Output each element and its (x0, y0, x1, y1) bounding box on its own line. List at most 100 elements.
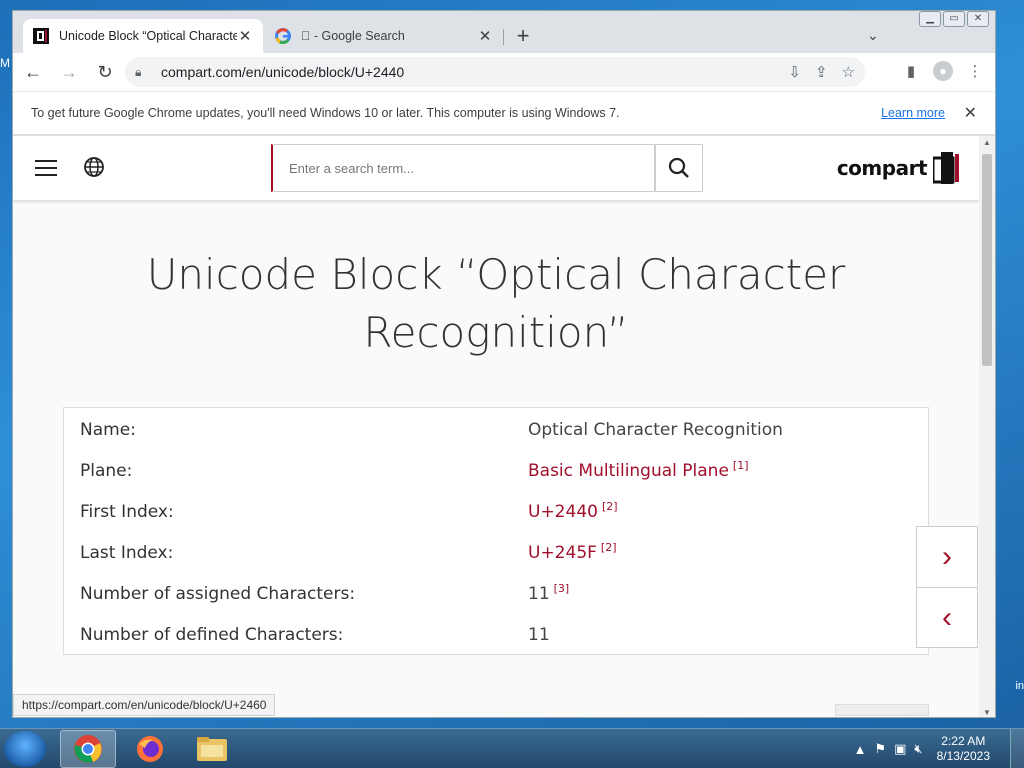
maximize-button[interactable]: ▭ (943, 11, 965, 27)
site-header: Enter a search term... compart (13, 136, 979, 200)
row-key: Name: (80, 420, 136, 440)
forward-arrow-icon[interactable]: → (53, 56, 85, 88)
tab-strip: Unicode Block “Optical Characte ✕   - Go… (13, 11, 995, 53)
next-block-chevron-right-icon[interactable]: › (917, 527, 977, 587)
taskbar-explorer-icon[interactable] (184, 730, 240, 768)
infobar-message: To get future Google Chrome updates, you… (31, 106, 620, 120)
table-row: Name: Optical Character Recognition (80, 410, 910, 450)
row-value: 11 (528, 625, 550, 645)
table-row: First Index: U+2440 [2] (80, 492, 910, 532)
footnote-ref[interactable]: [3] (554, 582, 570, 595)
row-key: First Index: (80, 502, 174, 522)
first-index-link[interactable]: U+2440 (528, 502, 598, 522)
table-row: Number of defined Characters: 11 (80, 615, 910, 655)
new-tab-plus-icon[interactable]: + (511, 25, 535, 49)
search-icon (668, 157, 689, 178)
start-button-windows-icon[interactable] (4, 731, 46, 767)
google-favicon-icon (275, 28, 291, 44)
desktop-edge-text-right: in (1015, 680, 1024, 692)
table-row: Plane: Basic Multilingual Plane [1] (80, 451, 910, 491)
profile-avatar-icon[interactable]: ● (933, 61, 953, 81)
clock-time: 2:22 AM (941, 734, 986, 748)
share-icon[interactable]: ⇪ (815, 63, 828, 81)
clock[interactable]: 2:22 AM 8/13/2023 (937, 734, 990, 764)
page-footer-peek (835, 704, 929, 716)
row-key: Plane: (80, 461, 133, 481)
folder-icon (197, 737, 227, 761)
reload-icon[interactable]: ↻ (89, 56, 121, 88)
table-row: Last Index: U+245F [2] (80, 533, 910, 573)
tab-title: Unicode Block “Optical Characte (59, 29, 237, 43)
previous-block-chevron-left-icon[interactable]: ‹ (917, 587, 977, 647)
tab-separator (503, 29, 504, 45)
clock-date: 8/13/2023 (936, 749, 990, 763)
infobar-close-icon[interactable]: ✕ (964, 103, 977, 123)
bookmark-star-icon[interactable]: ☆ (842, 63, 855, 81)
toolbar-right: ▮ ● ⋮ (899, 59, 987, 83)
last-index-link[interactable]: U+245F (528, 543, 597, 563)
status-url: https://compart.com/en/unicode/block/U+2… (22, 698, 267, 712)
close-window-button[interactable]: ✕ (967, 11, 989, 27)
page-title: Unicode Block “Optical Character Recogni… (146, 250, 846, 357)
block-navigation: › ‹ (916, 526, 978, 648)
site-search-input[interactable]: Enter a search term... (271, 144, 655, 192)
scroll-up-icon[interactable]: ▲ (983, 138, 991, 147)
show-desktop-button[interactable] (1010, 729, 1024, 768)
omnibox-actions: ⇩ ⇪ ☆ (788, 63, 855, 81)
desktop-edge-text: M (0, 56, 10, 70)
plane-link[interactable]: Basic Multilingual Plane (528, 461, 729, 481)
windows-taskbar: ▲ ⚑ ▣ 🔇︎ 2:22 AM 8/13/2023 (0, 728, 1024, 768)
update-infobar: To get future Google Chrome updates, you… (13, 91, 995, 135)
volume-muted-icon[interactable]: 🔇︎ (914, 741, 922, 757)
chrome-logo-icon (74, 735, 102, 763)
scroll-down-icon[interactable]: ▼ (983, 708, 991, 717)
row-value: Optical Character Recognition (528, 420, 783, 440)
address-bar[interactable]: 🔒︎ compart.com/en/unicode/block/U+2440 ⇩… (125, 57, 865, 87)
footnote-ref[interactable]: [2] (602, 500, 618, 513)
site-search-button[interactable] (655, 144, 703, 192)
row-key: Number of defined Characters: (80, 625, 344, 645)
system-tray: ▲ ⚑ ▣ 🔇︎ 2:22 AM 8/13/2023 (846, 729, 1024, 768)
compart-logo[interactable]: compart (837, 152, 961, 184)
page-scrollbar[interactable]: ▲ ▼ (979, 136, 995, 717)
chrome-menu-kebab-icon[interactable]: ⋮ (963, 59, 987, 83)
hamburger-menu-icon[interactable] (35, 160, 57, 181)
globe-language-icon[interactable] (83, 156, 105, 178)
show-hidden-icons-icon[interactable]: ▲ (854, 742, 867, 757)
lock-icon: 🔒︎ (135, 64, 142, 79)
minimize-button[interactable]: ▁ (919, 11, 941, 27)
tab-close-icon[interactable]: ✕ (237, 27, 253, 45)
row-value: 11 (528, 584, 550, 604)
tab-title:   - Google Search (301, 29, 405, 43)
link-status-bar: https://compart.com/en/unicode/block/U+2… (13, 694, 276, 716)
learn-more-link[interactable]: Learn more (881, 106, 945, 120)
network-icon[interactable]: ▣ (894, 741, 906, 757)
row-key: Last Index: (80, 543, 174, 563)
block-info-table: Name: Optical Character Recognition Plan… (63, 407, 929, 655)
browser-toolbar: ← → ↻ 🔒︎ compart.com/en/unicode/block/U+… (13, 53, 995, 91)
tab-compart[interactable]: Unicode Block “Optical Characte ✕ (23, 19, 263, 53)
side-panel-icon[interactable]: ▮ (899, 59, 923, 83)
install-app-icon[interactable]: ⇩ (788, 63, 801, 81)
tab-close-icon[interactable]: ✕ (477, 27, 493, 45)
footnote-ref[interactable]: [1] (733, 459, 749, 472)
window-controls: ▁ ▭ ✕ (919, 11, 989, 27)
chrome-window: Unicode Block “Optical Characte ✕   - Go… (12, 10, 996, 718)
tab-google-search[interactable]:   - Google Search ✕ (265, 19, 503, 53)
scrollbar-thumb[interactable] (982, 154, 992, 366)
footnote-ref[interactable]: [2] (601, 541, 617, 554)
back-arrow-icon[interactable]: ← (17, 56, 49, 88)
table-row: Number of assigned Characters: 11 [3] (80, 574, 910, 614)
compart-logo-mark-icon (933, 152, 959, 184)
taskbar-firefox-icon[interactable] (122, 730, 178, 768)
row-key: Number of assigned Characters: (80, 584, 356, 604)
firefox-logo-icon (137, 736, 163, 762)
logo-text: compart (836, 156, 928, 180)
taskbar-chrome-icon[interactable] (60, 730, 116, 768)
address-url: compart.com/en/unicode/block/U+2440 (161, 64, 405, 80)
tab-search-chevron-down-icon[interactable]: ⌄ (867, 27, 879, 44)
compart-favicon-icon (33, 28, 49, 44)
action-center-flag-icon[interactable]: ⚑ (874, 741, 886, 757)
search-placeholder: Enter a search term... (289, 160, 414, 176)
web-page: Enter a search term... compart Unicode B… (13, 136, 979, 717)
